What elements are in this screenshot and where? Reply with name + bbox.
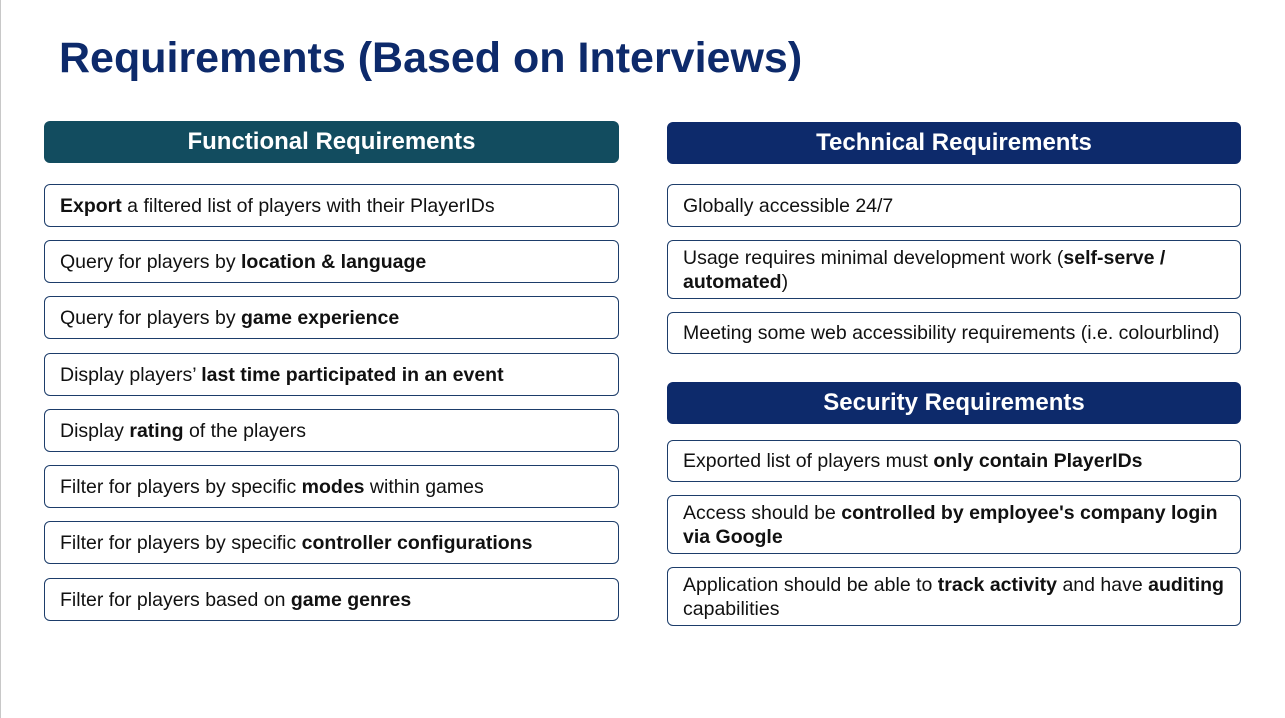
technical-item-minimal-development: Usage requires minimal development work … (667, 240, 1241, 299)
functional-requirements-header: Functional Requirements (44, 121, 619, 163)
functional-item-controller-configurations: Filter for players by specific controlle… (44, 521, 619, 564)
security-item-track-activity: Application should be able to track acti… (667, 567, 1241, 626)
functional-item-game-experience: Query for players by game experience (44, 296, 619, 339)
slide-left-edge (0, 0, 1, 718)
functional-item-export: Export a filtered list of players with t… (44, 184, 619, 227)
technical-item-accessibility: Meeting some web accessibility requireme… (667, 312, 1241, 354)
page-title: Requirements (Based on Interviews) (59, 34, 803, 82)
technical-item-global-access: Globally accessible 24/7 (667, 184, 1241, 227)
security-item-google-login: Access should be controlled by employee'… (667, 495, 1241, 554)
functional-item-location-language: Query for players by location & language (44, 240, 619, 283)
security-requirements-header: Security Requirements (667, 382, 1241, 424)
functional-item-last-participated: Display players’ last time participated … (44, 353, 619, 396)
functional-item-rating: Display rating of the players (44, 409, 619, 452)
security-item-only-playerids: Exported list of players must only conta… (667, 440, 1241, 482)
technical-requirements-header: Technical Requirements (667, 122, 1241, 164)
functional-item-modes: Filter for players by specific modes wit… (44, 465, 619, 508)
functional-item-game-genres: Filter for players based on game genres (44, 578, 619, 621)
